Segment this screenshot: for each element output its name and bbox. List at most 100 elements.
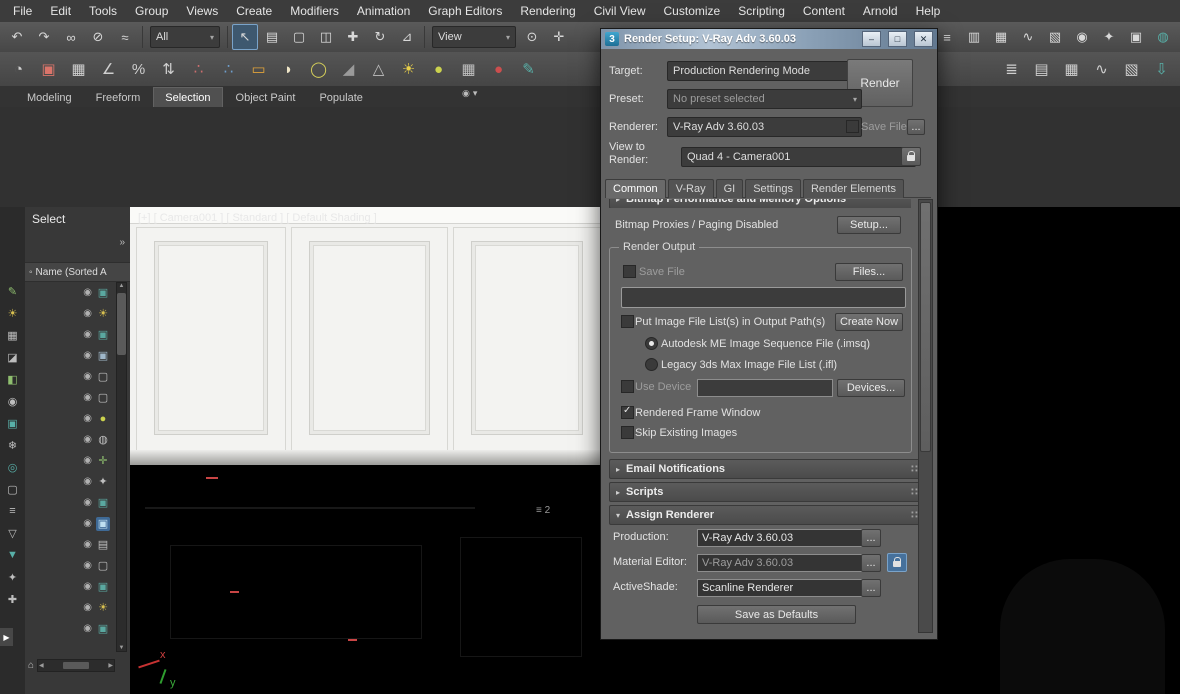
view-to-render-dropdown[interactable]: Quad 4 - Camera001 ▾ (681, 147, 916, 167)
menu-item[interactable]: Animation (348, 1, 419, 21)
visibility-icon[interactable]: ◉ (83, 497, 92, 508)
use-pivot-center-icon[interactable]: ⊙ (519, 24, 545, 50)
isolate-selection-icon[interactable]: ◔ (4, 55, 33, 84)
spinner-snap-icon[interactable]: ⇅ (154, 55, 183, 84)
scripts-rollout[interactable]: ▸ Scripts ∷ (609, 482, 925, 502)
display-bones-icon[interactable]: ◎ (3, 458, 23, 476)
hat-object-icon[interactable]: ◢ (334, 55, 363, 84)
email-notifications-rollout[interactable]: ▸ Email Notifications ∷ (609, 459, 925, 479)
output-path-field[interactable] (621, 287, 906, 308)
schematic-view-icon[interactable]: ▧ (1042, 24, 1068, 50)
viewport-lock-button[interactable] (901, 147, 921, 166)
menu-item[interactable]: Tools (80, 1, 126, 21)
files-button[interactable]: Files... (835, 263, 903, 281)
material-editor-lock-button[interactable] (887, 553, 907, 572)
window-crossing-icon[interactable]: ◫ (313, 24, 339, 50)
ring-primitive-icon[interactable]: ◯ (304, 55, 333, 84)
create-now-button[interactable]: Create Now (835, 313, 903, 331)
activeshade-renderer-field[interactable]: Scanline Renderer (697, 579, 863, 597)
dialog-title-bar[interactable]: 3 Render Setup: V-Ray Adv 3.60.03 – □ ✕ (601, 29, 937, 49)
menu-item[interactable]: Views (177, 1, 227, 21)
save-to-tray-icon[interactable]: ⇩ (1147, 55, 1176, 84)
scroll-up-icon[interactable]: ▲ (117, 283, 126, 289)
select-and-link-icon[interactable]: ∞ (58, 24, 84, 50)
selection-lock-icon[interactable]: ▣ (34, 55, 63, 84)
display-helpers-icon[interactable]: ◧ (3, 370, 23, 388)
scene-object-row[interactable]: ◉ ▣ (25, 513, 115, 534)
scene-columns-icon[interactable]: ≣ (997, 55, 1026, 84)
layer-manager-icon[interactable]: ▤ (1027, 55, 1056, 84)
menu-item[interactable]: Group (126, 1, 177, 21)
panel-expand-arrow[interactable]: ▶ (0, 628, 13, 646)
scene-object-row[interactable]: ◉ ☀ (25, 597, 115, 618)
scene-object-row[interactable]: ◉ ✛ (25, 450, 115, 471)
visibility-icon[interactable]: ◉ (83, 392, 92, 403)
legacy-ifl-radio[interactable] (645, 358, 658, 371)
layer-explorer-icon[interactable]: ▥ (961, 24, 987, 50)
use-device-label[interactable]: Use Device (635, 381, 691, 393)
production-browse-button[interactable]: ... (861, 529, 881, 547)
pick-icon[interactable]: ✚ (3, 590, 23, 608)
scene-object-row[interactable]: ◉ ▣ (25, 576, 115, 597)
display-shapes-icon[interactable]: ◪ (3, 348, 23, 366)
curve-editor-small-icon[interactable]: ∿ (1087, 55, 1116, 84)
menu-item[interactable]: Scripting (729, 1, 794, 21)
visibility-icon[interactable]: ◉ (83, 518, 92, 529)
edit-named-selections-icon[interactable]: ∴ (214, 55, 243, 84)
menu-item[interactable]: Edit (41, 1, 80, 21)
redo-icon[interactable]: ↷ (31, 24, 57, 50)
visibility-icon[interactable]: ◉ (83, 623, 92, 634)
select-and-rotate-icon[interactable]: ↻ (367, 24, 393, 50)
bind-to-space-warp-icon[interactable]: ≈ (112, 24, 138, 50)
folder-icon[interactable]: ⌂ (28, 660, 34, 671)
ribbon-tab[interactable]: Selection (153, 87, 222, 107)
scrollbar-thumb[interactable] (63, 662, 89, 669)
legacy-ifl-label[interactable]: Legacy 3ds Max Image File List (.ifl) (661, 359, 837, 371)
chevron-down-icon[interactable]: ▾ (473, 88, 478, 99)
put-image-file-list-checkbox[interactable] (621, 315, 634, 328)
rectangle-primitive-icon[interactable]: ▭ (244, 55, 273, 84)
renderer-dropdown[interactable]: V-Ray Adv 3.60.03 ▾ (667, 117, 862, 137)
grid-large-icon[interactable]: ▦ (1057, 55, 1086, 84)
close-button[interactable]: ✕ (914, 31, 933, 47)
named-selection-sets-icon[interactable]: ∴ (184, 55, 213, 84)
assign-renderer-rollout[interactable]: ▾ Assign Renderer ∷ (609, 505, 925, 525)
viewport-label[interactable]: [+] [ Camera001 ] [ Standard ] [ Default… (138, 212, 377, 224)
device-field[interactable] (697, 379, 833, 397)
scene-object-row[interactable]: ◉ ▣ (25, 324, 115, 345)
visibility-icon[interactable]: ◉ (83, 413, 92, 424)
select-and-scale-icon[interactable]: ⊿ (394, 24, 420, 50)
scene-object-row[interactable]: ◉ ✦ (25, 471, 115, 492)
rendered-frame-window-label[interactable]: Rendered Frame Window (635, 407, 760, 419)
selection-filter-dropdown[interactable]: All ▾ (150, 26, 220, 48)
render-setup-tab[interactable]: Common (605, 179, 666, 198)
render-setup-tab[interactable]: V-Ray (668, 179, 714, 198)
menu-item[interactable]: Modifiers (281, 1, 348, 21)
menu-item[interactable]: File (4, 1, 41, 21)
scroll-down-icon[interactable]: ▼ (117, 645, 126, 651)
scene-object-row[interactable]: ◉ ▢ (25, 555, 115, 576)
select-and-manipulate-icon[interactable]: ✛ (546, 24, 572, 50)
visibility-icon[interactable]: ◉ (83, 371, 92, 382)
visibility-icon[interactable]: ◉ (83, 476, 92, 487)
ribbon-tab[interactable]: Freeform (85, 88, 152, 107)
explorer-vertical-scrollbar[interactable]: ▲ ▼ (116, 282, 127, 652)
visibility-icon[interactable]: ◉ (83, 434, 92, 445)
display-containers-icon[interactable]: ▣ (3, 414, 23, 432)
ribbon-tab[interactable]: Populate (308, 88, 373, 107)
maximize-button[interactable]: □ (888, 31, 907, 47)
settings-icon[interactable]: ✦ (3, 568, 23, 586)
visibility-icon[interactable]: ◉ (83, 329, 92, 340)
visibility-icon[interactable]: ◉ (83, 350, 92, 361)
visibility-icon[interactable]: ◉ (83, 455, 92, 466)
minimize-button[interactable]: – (862, 31, 881, 47)
menu-item[interactable]: Civil View (585, 1, 655, 21)
visibility-icon[interactable]: ◉ (83, 539, 92, 550)
production-renderer-field[interactable]: V-Ray Adv 3.60.03 (697, 529, 863, 547)
skip-existing-images-label[interactable]: Skip Existing Images (635, 427, 737, 439)
visibility-icon[interactable]: ◉ (83, 308, 92, 319)
material-editor-icon[interactable]: ◉ (1069, 24, 1095, 50)
unlink-selection-icon[interactable]: ⊘ (85, 24, 111, 50)
visibility-icon[interactable]: ◉ (83, 287, 92, 298)
bitmap-proxies-setup-button[interactable]: Setup... (837, 216, 901, 234)
